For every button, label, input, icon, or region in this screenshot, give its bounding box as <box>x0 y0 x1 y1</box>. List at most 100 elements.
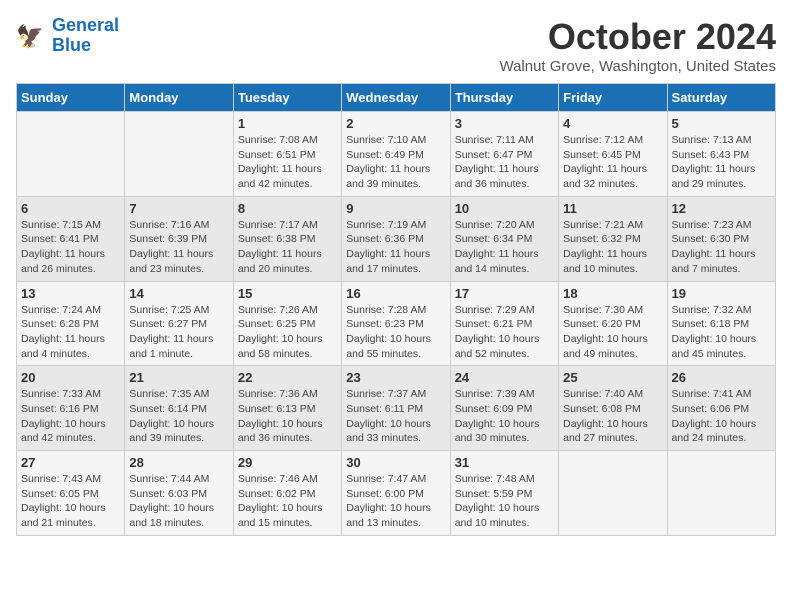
day-info: Sunrise: 7:36 AM Sunset: 6:13 PM Dayligh… <box>238 387 337 446</box>
day-number: 10 <box>455 201 554 216</box>
day-info: Sunrise: 7:28 AM Sunset: 6:23 PM Dayligh… <box>346 303 445 362</box>
day-info: Sunrise: 7:23 AM Sunset: 6:30 PM Dayligh… <box>672 218 771 277</box>
day-info: Sunrise: 7:40 AM Sunset: 6:08 PM Dayligh… <box>563 387 662 446</box>
day-number: 1 <box>238 116 337 131</box>
day-info: Sunrise: 7:10 AM Sunset: 6:49 PM Dayligh… <box>346 133 445 192</box>
calendar-cell: 25 Sunrise: 7:40 AM Sunset: 6:08 PM Dayli… <box>559 366 667 451</box>
calendar-cell <box>559 451 667 536</box>
calendar-cell: 16 Sunrise: 7:28 AM Sunset: 6:23 PM Dayli… <box>342 281 450 366</box>
calendar-cell: 18 Sunrise: 7:30 AM Sunset: 6:20 PM Dayli… <box>559 281 667 366</box>
calendar-cell: 14 Sunrise: 7:25 AM Sunset: 6:27 PM Dayli… <box>125 281 233 366</box>
day-info: Sunrise: 7:37 AM Sunset: 6:11 PM Dayligh… <box>346 387 445 446</box>
day-number: 13 <box>21 286 120 301</box>
day-info: Sunrise: 7:13 AM Sunset: 6:43 PM Dayligh… <box>672 133 771 192</box>
weekday-header-sunday: Sunday <box>17 84 125 112</box>
day-info: Sunrise: 7:43 AM Sunset: 6:05 PM Dayligh… <box>21 472 120 531</box>
day-info: Sunrise: 7:32 AM Sunset: 6:18 PM Dayligh… <box>672 303 771 362</box>
calendar-cell: 29 Sunrise: 7:46 AM Sunset: 6:02 PM Dayli… <box>233 451 341 536</box>
calendar-cell: 4Sunrise: 7:12 AM Sunset: 6:45 PM Daylig… <box>559 112 667 197</box>
week-row-3: 13 Sunrise: 7:24 AM Sunset: 6:28 PM Dayli… <box>17 281 776 366</box>
calendar-cell <box>125 112 233 197</box>
weekday-header-tuesday: Tuesday <box>233 84 341 112</box>
day-number: 14 <box>129 286 228 301</box>
day-number: 24 <box>455 370 554 385</box>
day-info: Sunrise: 7:19 AM Sunset: 6:36 PM Dayligh… <box>346 218 445 277</box>
calendar-cell: 26 Sunrise: 7:41 AM Sunset: 6:06 PM Dayli… <box>667 366 775 451</box>
logo: 🦅 GeneralBlue <box>16 16 119 56</box>
day-info: Sunrise: 7:33 AM Sunset: 6:16 PM Dayligh… <box>21 387 120 446</box>
weekday-header-monday: Monday <box>125 84 233 112</box>
day-info: Sunrise: 7:11 AM Sunset: 6:47 PM Dayligh… <box>455 133 554 192</box>
weekday-header-thursday: Thursday <box>450 84 558 112</box>
day-info: Sunrise: 7:44 AM Sunset: 6:03 PM Dayligh… <box>129 472 228 531</box>
day-info: Sunrise: 7:46 AM Sunset: 6:02 PM Dayligh… <box>238 472 337 531</box>
day-info: Sunrise: 7:12 AM Sunset: 6:45 PM Dayligh… <box>563 133 662 192</box>
calendar-table: SundayMondayTuesdayWednesdayThursdayFrid… <box>16 83 776 536</box>
calendar-cell: 17 Sunrise: 7:29 AM Sunset: 6:21 PM Dayli… <box>450 281 558 366</box>
day-info: Sunrise: 7:29 AM Sunset: 6:21 PM Dayligh… <box>455 303 554 362</box>
week-row-2: 6Sunrise: 7:15 AM Sunset: 6:41 PM Daylig… <box>17 196 776 281</box>
calendar-cell: 23 Sunrise: 7:37 AM Sunset: 6:11 PM Dayli… <box>342 366 450 451</box>
day-info: Sunrise: 7:35 AM Sunset: 6:14 PM Dayligh… <box>129 387 228 446</box>
calendar-cell: 13 Sunrise: 7:24 AM Sunset: 6:28 PM Dayli… <box>17 281 125 366</box>
day-number: 7 <box>129 201 228 216</box>
svg-text:🦅: 🦅 <box>16 23 44 49</box>
calendar-cell: 9 Sunrise: 7:19 AM Sunset: 6:36 PM Daylig… <box>342 196 450 281</box>
day-number: 30 <box>346 455 445 470</box>
day-info: Sunrise: 7:39 AM Sunset: 6:09 PM Dayligh… <box>455 387 554 446</box>
day-info: Sunrise: 7:48 AM Sunset: 5:59 PM Dayligh… <box>455 472 554 531</box>
week-row-1: 1 Sunrise: 7:08 AM Sunset: 6:51 PM Daylig… <box>17 112 776 197</box>
day-number: 15 <box>238 286 337 301</box>
calendar-cell: 24 Sunrise: 7:39 AM Sunset: 6:09 PM Dayli… <box>450 366 558 451</box>
calendar-cell: 3 Sunrise: 7:11 AM Sunset: 6:47 PM Daylig… <box>450 112 558 197</box>
title-area: October 2024 Walnut Grove, Washington, U… <box>499 16 776 75</box>
day-info: Sunrise: 7:41 AM Sunset: 6:06 PM Dayligh… <box>672 387 771 446</box>
day-info: Sunrise: 7:24 AM Sunset: 6:28 PM Dayligh… <box>21 303 120 362</box>
day-info: Sunrise: 7:47 AM Sunset: 6:00 PM Dayligh… <box>346 472 445 531</box>
calendar-cell <box>667 451 775 536</box>
day-number: 8 <box>238 201 337 216</box>
day-number: 18 <box>563 286 662 301</box>
calendar-cell: 27 Sunrise: 7:43 AM Sunset: 6:05 PM Dayli… <box>17 451 125 536</box>
day-number: 22 <box>238 370 337 385</box>
day-number: 9 <box>346 201 445 216</box>
calendar-cell: 10Sunrise: 7:20 AM Sunset: 6:34 PM Dayli… <box>450 196 558 281</box>
day-number: 17 <box>455 286 554 301</box>
day-number: 29 <box>238 455 337 470</box>
day-info: Sunrise: 7:16 AM Sunset: 6:39 PM Dayligh… <box>129 218 228 277</box>
calendar-cell: 11Sunrise: 7:21 AM Sunset: 6:32 PM Dayli… <box>559 196 667 281</box>
logo-text: GeneralBlue <box>52 16 119 56</box>
calendar-cell: 19Sunrise: 7:32 AM Sunset: 6:18 PM Dayli… <box>667 281 775 366</box>
weekday-header-row: SundayMondayTuesdayWednesdayThursdayFrid… <box>17 84 776 112</box>
day-number: 28 <box>129 455 228 470</box>
day-info: Sunrise: 7:26 AM Sunset: 6:25 PM Dayligh… <box>238 303 337 362</box>
day-number: 16 <box>346 286 445 301</box>
calendar-cell: 2Sunrise: 7:10 AM Sunset: 6:49 PM Daylig… <box>342 112 450 197</box>
calendar-cell: 31 Sunrise: 7:48 AM Sunset: 5:59 PM Dayli… <box>450 451 558 536</box>
calendar-cell: 28 Sunrise: 7:44 AM Sunset: 6:03 PM Dayli… <box>125 451 233 536</box>
day-info: Sunrise: 7:30 AM Sunset: 6:20 PM Dayligh… <box>563 303 662 362</box>
day-number: 26 <box>672 370 771 385</box>
day-number: 23 <box>346 370 445 385</box>
day-number: 12 <box>672 201 771 216</box>
day-info: Sunrise: 7:25 AM Sunset: 6:27 PM Dayligh… <box>129 303 228 362</box>
calendar-cell: 21 Sunrise: 7:35 AM Sunset: 6:14 PM Dayli… <box>125 366 233 451</box>
month-title: October 2024 <box>499 16 776 58</box>
weekday-header-saturday: Saturday <box>667 84 775 112</box>
day-number: 11 <box>563 201 662 216</box>
weekday-header-friday: Friday <box>559 84 667 112</box>
header: 🦅 GeneralBlue October 2024 Walnut Grove,… <box>16 16 776 75</box>
calendar-cell: 30 Sunrise: 7:47 AM Sunset: 6:00 PM Dayli… <box>342 451 450 536</box>
calendar-cell: 1 Sunrise: 7:08 AM Sunset: 6:51 PM Daylig… <box>233 112 341 197</box>
calendar-cell: 22 Sunrise: 7:36 AM Sunset: 6:13 PM Dayli… <box>233 366 341 451</box>
day-number: 27 <box>21 455 120 470</box>
day-info: Sunrise: 7:15 AM Sunset: 6:41 PM Dayligh… <box>21 218 120 277</box>
weekday-header-wednesday: Wednesday <box>342 84 450 112</box>
day-number: 3 <box>455 116 554 131</box>
day-number: 25 <box>563 370 662 385</box>
day-info: Sunrise: 7:08 AM Sunset: 6:51 PM Dayligh… <box>238 133 337 192</box>
day-number: 31 <box>455 455 554 470</box>
day-number: 21 <box>129 370 228 385</box>
calendar-cell: 6Sunrise: 7:15 AM Sunset: 6:41 PM Daylig… <box>17 196 125 281</box>
calendar-cell <box>17 112 125 197</box>
